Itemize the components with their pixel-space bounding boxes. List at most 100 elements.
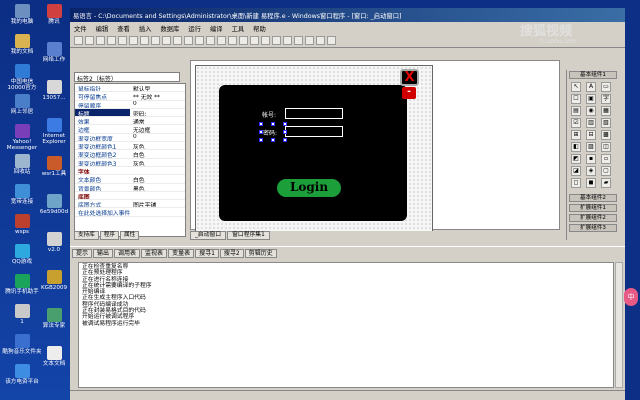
menu-tools[interactable]: 工具 — [232, 26, 245, 33]
toolbox-component-icon[interactable]: ◫ — [601, 142, 611, 152]
property-row[interactable]: 边框 无边框 — [75, 125, 185, 134]
toolbox-component-icon[interactable]: ↖ — [571, 82, 581, 92]
property-row[interactable]: 效果 通常 — [75, 117, 185, 126]
close-icon[interactable]: X — [400, 69, 419, 86]
selection-handle[interactable] — [259, 130, 263, 134]
property-value[interactable] — [130, 192, 185, 199]
toolbar-button-icon[interactable] — [129, 36, 138, 45]
property-row[interactable]: 底图方式 图片平铺 — [75, 200, 185, 209]
menu-help[interactable]: 帮助 — [253, 26, 266, 33]
menu-run[interactable]: 运行 — [188, 26, 201, 33]
toolbar-button-icon[interactable] — [283, 36, 292, 45]
property-row[interactable]: 可停留焦点 ** 无效 ** — [75, 92, 185, 101]
property-row[interactable]: 渐变边框颜色1 灰色 — [75, 142, 185, 151]
property-row[interactable]: 在此处选择加入事件处理子程序 — [75, 208, 185, 217]
desktop-icon[interactable]: 腾讯 — [34, 4, 74, 25]
desktop-icon[interactable]: Internet Explorer — [34, 118, 74, 145]
property-row[interactable]: 渐变边框颜色2 白色 — [75, 150, 185, 159]
toolbox-component-icon[interactable]: ▣ — [586, 94, 596, 104]
menu-view[interactable]: 查看 — [117, 26, 130, 33]
toolbar-button-icon[interactable] — [184, 36, 193, 45]
toolbar-button-icon[interactable] — [151, 36, 160, 45]
output-tab[interactable]: 搜寻1 — [195, 249, 219, 258]
toolbox-component-icon[interactable]: ▨ — [586, 142, 596, 152]
property-row[interactable]: 停留顺序 0 — [75, 101, 185, 109]
property-row[interactable]: 底图 — [75, 192, 185, 201]
property-value[interactable]: 密码: — [130, 108, 185, 117]
desktop-icon[interactable]: 算法专家 — [34, 308, 74, 329]
property-value[interactable] — [130, 167, 185, 174]
desktop-icon[interactable]: v2.0 — [34, 232, 74, 253]
toolbar-button-icon[interactable] — [140, 36, 149, 45]
property-value[interactable]: 灰色 — [130, 159, 185, 166]
output-tab[interactable]: 剪辑历史 — [244, 249, 277, 258]
toolbox-component-icon[interactable]: ▦ — [601, 106, 611, 116]
toolbox-header-basic1[interactable]: 基本组件1 — [569, 71, 617, 79]
toolbar-button-icon[interactable] — [118, 36, 127, 45]
toolbox-component-icon[interactable]: ◧ — [571, 142, 581, 152]
toolbar-button-icon[interactable] — [261, 36, 270, 45]
toolbox-component-icon[interactable]: ☑ — [571, 118, 581, 128]
property-value[interactable]: 0 — [130, 134, 185, 141]
toolbar-button-icon[interactable] — [96, 36, 105, 45]
toolbox-component-icon[interactable]: ◩ — [571, 154, 581, 164]
desktop-icon[interactable]: 该方电资平台 — [2, 364, 42, 385]
component-selector[interactable]: 标签2（标签） — [74, 72, 180, 83]
property-row[interactable]: 背景颜色 黑色 — [75, 184, 185, 192]
selection-handle[interactable] — [271, 122, 275, 126]
toolbox-component-icon[interactable]: ◪ — [571, 166, 581, 176]
property-value[interactable]: ** 无效 ** — [130, 92, 185, 99]
output-tab[interactable]: 输出 — [93, 249, 114, 258]
property-row[interactable]: 鼠标指针 默认型 — [75, 84, 185, 93]
output-tab[interactable]: 提示 — [72, 249, 93, 258]
toolbar-button-icon[interactable] — [250, 36, 259, 45]
toolbox-component-icon[interactable]: ⊞ — [571, 130, 581, 140]
tab-properties[interactable]: 属性 — [120, 231, 140, 240]
toolbox-component-icon[interactable]: ☐ — [571, 94, 581, 104]
toolbar-button-icon[interactable] — [206, 36, 215, 45]
property-value[interactable]: 黑色 — [130, 184, 185, 191]
toolbox-component-icon[interactable]: ▤ — [571, 106, 581, 116]
toolbox-component-icon[interactable]: ▧ — [601, 118, 611, 128]
output-scrollbar[interactable] — [615, 262, 623, 388]
toolbar-button-icon[interactable] — [162, 36, 171, 45]
desktop-icon[interactable]: KGB2009 — [34, 270, 74, 291]
toolbar-button-icon[interactable] — [316, 36, 325, 45]
property-value[interactable]: 0 — [130, 101, 185, 108]
menu-database[interactable]: 数据库 — [160, 26, 179, 33]
output-tab[interactable]: 监视表 — [141, 249, 168, 258]
property-value[interactable]: 白色 — [130, 150, 185, 157]
toolbar-button-icon[interactable] — [272, 36, 281, 45]
property-row[interactable]: 渐变边框宽度 0 — [75, 134, 185, 143]
selection-handle[interactable] — [283, 138, 287, 142]
desktop-icon[interactable]: 13057... — [34, 80, 74, 101]
toolbar-button-icon[interactable] — [305, 36, 314, 45]
selection-handle[interactable] — [259, 122, 263, 126]
toolbar-button-icon[interactable] — [107, 36, 116, 45]
toolbox-component-icon[interactable]: ◉ — [586, 106, 596, 116]
minimize-icon[interactable]: - — [402, 87, 416, 99]
desktop-icon[interactable]: 文本文档 — [34, 346, 74, 367]
tab-window-assembly[interactable]: 窗口程序集1 — [227, 231, 270, 240]
tab-start-window[interactable]: _启动窗口 — [190, 231, 227, 240]
toolbar-button-icon[interactable] — [195, 36, 204, 45]
selection-handle[interactable] — [283, 122, 287, 126]
toolbox-component-icon[interactable]: 字 — [601, 94, 611, 104]
tab-support-library[interactable]: 支持库 — [74, 231, 99, 240]
toolbar-button-icon[interactable] — [294, 36, 303, 45]
menu-insert[interactable]: 插入 — [139, 26, 152, 33]
toolbox-group-ext1[interactable]: 扩展组件1 — [569, 204, 617, 212]
toolbox-component-icon[interactable]: ◈ — [586, 166, 596, 176]
desktop-icon[interactable]: wsr1工具 — [34, 156, 74, 177]
toolbox-component-icon[interactable]: ▪ — [586, 154, 596, 164]
output-tab[interactable]: 调用表 — [114, 249, 141, 258]
tab-program[interactable]: 程序 — [99, 231, 119, 240]
property-value[interactable]: 无边框 — [130, 125, 185, 132]
menu-edit[interactable]: 编辑 — [96, 26, 109, 33]
property-row[interactable]: 标题 密码: — [75, 108, 185, 118]
toolbox-group-ext2[interactable]: 扩展组件2 — [569, 214, 617, 222]
property-value[interactable]: 通常 — [130, 117, 185, 124]
toolbox-group-ext3[interactable]: 扩展组件3 — [569, 224, 617, 232]
toolbar-button-icon[interactable] — [228, 36, 237, 45]
toolbox-component-icon[interactable]: ▥ — [586, 118, 596, 128]
